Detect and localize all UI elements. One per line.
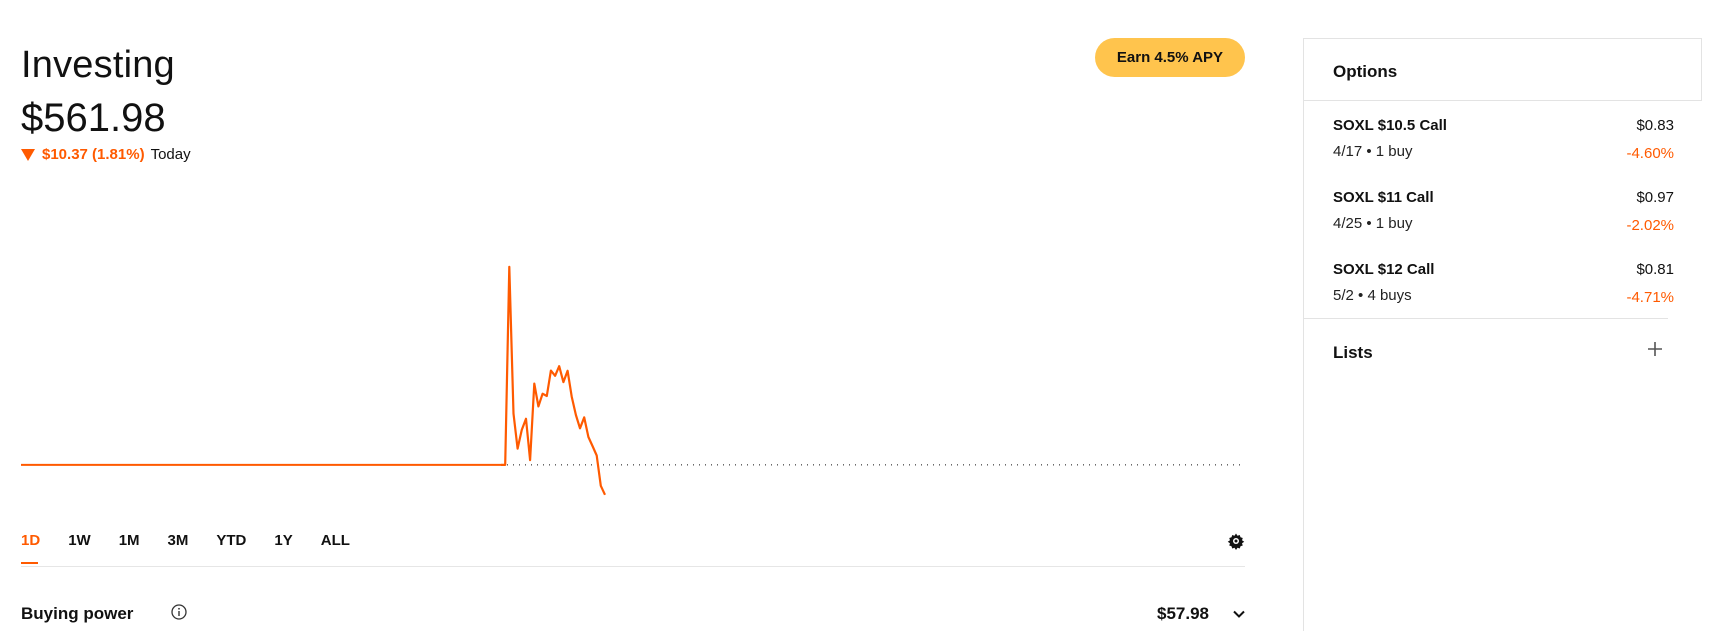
- option-details: 4/25 • 1 buy: [1333, 215, 1413, 232]
- option-name: SOXL $10.5 Call: [1333, 117, 1447, 134]
- page-title: Investing: [21, 44, 175, 86]
- range-tab-all[interactable]: ALL: [321, 532, 350, 549]
- range-tab-1w[interactable]: 1W: [68, 532, 91, 549]
- range-tab-1m[interactable]: 1M: [119, 532, 140, 549]
- range-tab-1y[interactable]: 1Y: [274, 532, 292, 549]
- option-change: -2.02%: [1626, 217, 1674, 234]
- divider: [21, 566, 1245, 567]
- option-item[interactable]: SOXL $11 Call 4/25 • 1 buy $0.97 -2.02%: [1304, 189, 1702, 261]
- option-details: 4/17 • 1 buy: [1333, 143, 1413, 160]
- option-price: $0.83: [1636, 117, 1674, 134]
- option-item[interactable]: SOXL $10.5 Call 4/17 • 1 buy $0.83 -4.60…: [1304, 117, 1702, 189]
- plus-icon[interactable]: [1646, 340, 1664, 358]
- panel-border: [1304, 38, 1702, 39]
- panel-border: [1701, 38, 1702, 100]
- option-item[interactable]: SOXL $12 Call 5/2 • 4 buys $0.81 -4.71%: [1304, 261, 1702, 333]
- earn-apy-button[interactable]: Earn 4.5% APY: [1095, 38, 1245, 77]
- range-selector: 1D 1W 1M 3M YTD 1Y ALL: [21, 532, 378, 564]
- buying-power-value: $57.98: [1157, 604, 1209, 623]
- change-period: Today: [150, 146, 191, 163]
- gear-icon[interactable]: [1227, 532, 1245, 550]
- option-details: 5/2 • 4 buys: [1333, 287, 1412, 304]
- info-icon[interactable]: [171, 604, 187, 620]
- portfolio-value: $561.98: [21, 96, 166, 140]
- portfolio-chart[interactable]: [21, 250, 1245, 520]
- option-change: -4.60%: [1626, 145, 1674, 162]
- right-panel: Options SOXL $10.5 Call 4/17 • 1 buy $0.…: [1303, 38, 1702, 631]
- option-name: SOXL $12 Call: [1333, 261, 1435, 278]
- chevron-down-icon[interactable]: [1231, 606, 1247, 622]
- option-name: SOXL $11 Call: [1333, 189, 1434, 206]
- range-tab-ytd[interactable]: YTD: [216, 532, 246, 549]
- range-tab-1d[interactable]: 1D: [21, 532, 40, 564]
- change-amount: $10.37 (1.81%): [42, 146, 145, 163]
- daily-change: $10.37 (1.81%) Today: [21, 146, 191, 163]
- investing-main: Investing $561.98 $10.37 (1.81%) Today E…: [21, 0, 1245, 631]
- option-price: $0.81: [1636, 261, 1674, 278]
- buying-power-label[interactable]: Buying power: [21, 604, 133, 624]
- divider: [1304, 318, 1668, 319]
- range-tab-3m[interactable]: 3M: [168, 532, 189, 549]
- options-heading: Options: [1333, 62, 1398, 81]
- option-change: -4.71%: [1626, 289, 1674, 306]
- down-triangle-icon: [21, 148, 35, 161]
- divider: [1304, 100, 1702, 101]
- option-price: $0.97: [1636, 189, 1674, 206]
- price-line: [501, 265, 606, 496]
- lists-heading: Lists: [1333, 343, 1373, 362]
